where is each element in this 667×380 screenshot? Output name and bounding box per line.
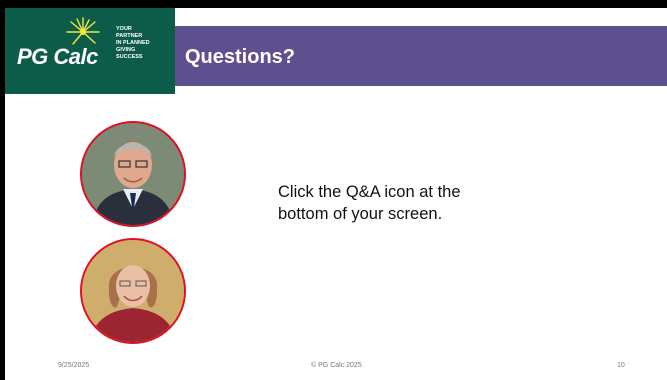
footer-page-number: 10 — [617, 362, 625, 369]
logo-tagline: YOUR PARTNER IN PLANNED GIVING SUCCESS — [116, 26, 150, 60]
presenter-photo-1 — [80, 121, 186, 227]
footer-date: 9/25/2025 — [58, 362, 90, 369]
slide-title: Questions? — [185, 46, 296, 68]
slide: PG Calc YOUR PARTNER IN PLANNED GIVING S… — [5, 8, 667, 380]
footer-copyright: © PG Calc 2025 — [311, 362, 362, 369]
slide-header: PG Calc YOUR PARTNER IN PLANNED GIVING S… — [5, 8, 667, 94]
presenter-2-portrait — [82, 240, 184, 342]
logo: PG Calc YOUR PARTNER IN PLANNED GIVING S… — [5, 8, 175, 94]
slide-footer: 9/25/2025 © PG Calc 2025 10 — [5, 362, 667, 374]
screen: PG Calc YOUR PARTNER IN PLANNED GIVING S… — [0, 0, 667, 380]
logo-wordmark: PG Calc — [17, 44, 98, 69]
title-bar: Questions? — [175, 26, 667, 86]
slide-body-text: Click the Q&A icon at the bottom of your… — [278, 183, 461, 223]
presenter-photo-2 — [80, 238, 186, 344]
presenter-1-portrait — [82, 123, 184, 225]
